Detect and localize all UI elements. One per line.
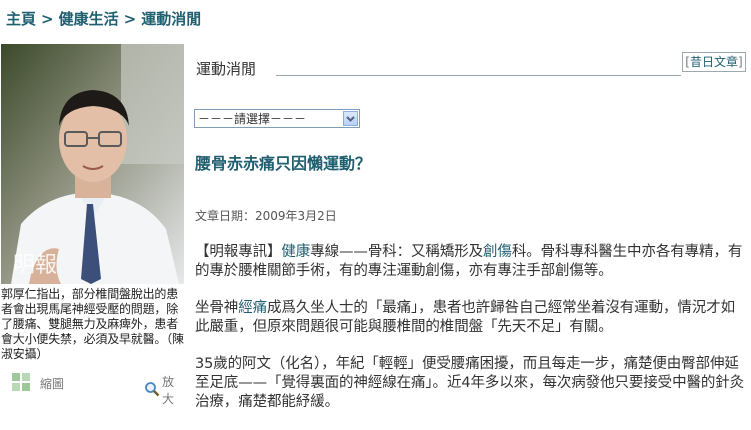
dropdown-arrow-icon[interactable] [343,111,358,126]
past-articles-link[interactable]: [昔日文章] [682,52,746,72]
zoom-button[interactable]: 放大 [144,373,184,407]
thumbnail-label: 縮圖 [40,377,65,391]
breadcrumb: 主頁 > 健康生活 > 運動消閒 [6,8,201,32]
article-paragraph: 【明報專訊】健康專線——骨科：又稱矯形及創傷科。骨科專科醫生中亦各有專精，有的專… [195,243,748,281]
magnifier-icon [144,381,160,400]
thumbnail-grid-icon [12,373,38,394]
keyword-link-health[interactable]: 健康 [281,244,310,260]
article-headline: 腰骨赤赤痛只因懶運動？ [195,154,372,173]
article-body: 【明報專訊】健康專線——骨科：又稱矯形及創傷科。骨科專科醫生中亦各有專精，有的專… [195,243,748,430]
article-select-dropdown[interactable]: －－－請選擇－－－ [194,109,360,128]
photo-tools: 縮圖 放大 [12,373,184,406]
breadcrumb-separator: > [41,10,54,28]
breadcrumb-sports-leisure[interactable]: 運動消閒 [141,10,201,28]
article-photo[interactable]: 明報 [1,44,184,284]
text-run: 【明報專訊】 [195,244,282,260]
keyword-link-trauma[interactable]: 創傷 [483,244,512,260]
article-paragraph: 35歲的阿文（化名），年紀「輕輕」便受腰痛困擾，而且每走一步，痛楚便由臀部伸延至… [195,356,745,410]
bracket-right: ] [738,55,743,69]
text-run: 成爲久坐人士的「最痛」，患者也許歸咎自己經常坐着沒有運動，情況才如此嚴重，但原來… [195,300,735,335]
photo-caption: 郭厚仁指出，部分椎間盤脫出的患者會出現馬尾神經受壓的問題，除了腰痛、雙腿無力及麻… [1,287,184,361]
past-articles-label: 昔日文章 [689,55,738,69]
article-paragraph: 坐骨神經痛成爲久坐人士的「最痛」，患者也許歸咎自己經常坐着沒有運動，情況才如此嚴… [195,299,748,337]
breadcrumb-separator: > [123,10,137,28]
keyword-link-neuralgia[interactable]: 經痛 [238,300,267,316]
thumbnail-button[interactable]: 縮圖 [12,373,64,394]
select-value: －－－請選擇－－－ [198,112,307,126]
section-title: 運動消閒 [196,60,257,78]
article-date: 文章日期：2009年3月2日 [195,209,337,223]
text-run: 坐骨神 [195,300,239,316]
zoom-label: 放大 [162,375,175,406]
text-run: 專線——骨科：又稱矯形及 [310,244,484,260]
breadcrumb-home[interactable]: 主頁 [6,10,36,28]
breadcrumb-health-life[interactable]: 健康生活 [59,10,119,28]
doctor-portrait-image: 明報 [1,44,184,284]
photo-watermark: 明報 [13,253,57,278]
section-divider [276,75,681,76]
